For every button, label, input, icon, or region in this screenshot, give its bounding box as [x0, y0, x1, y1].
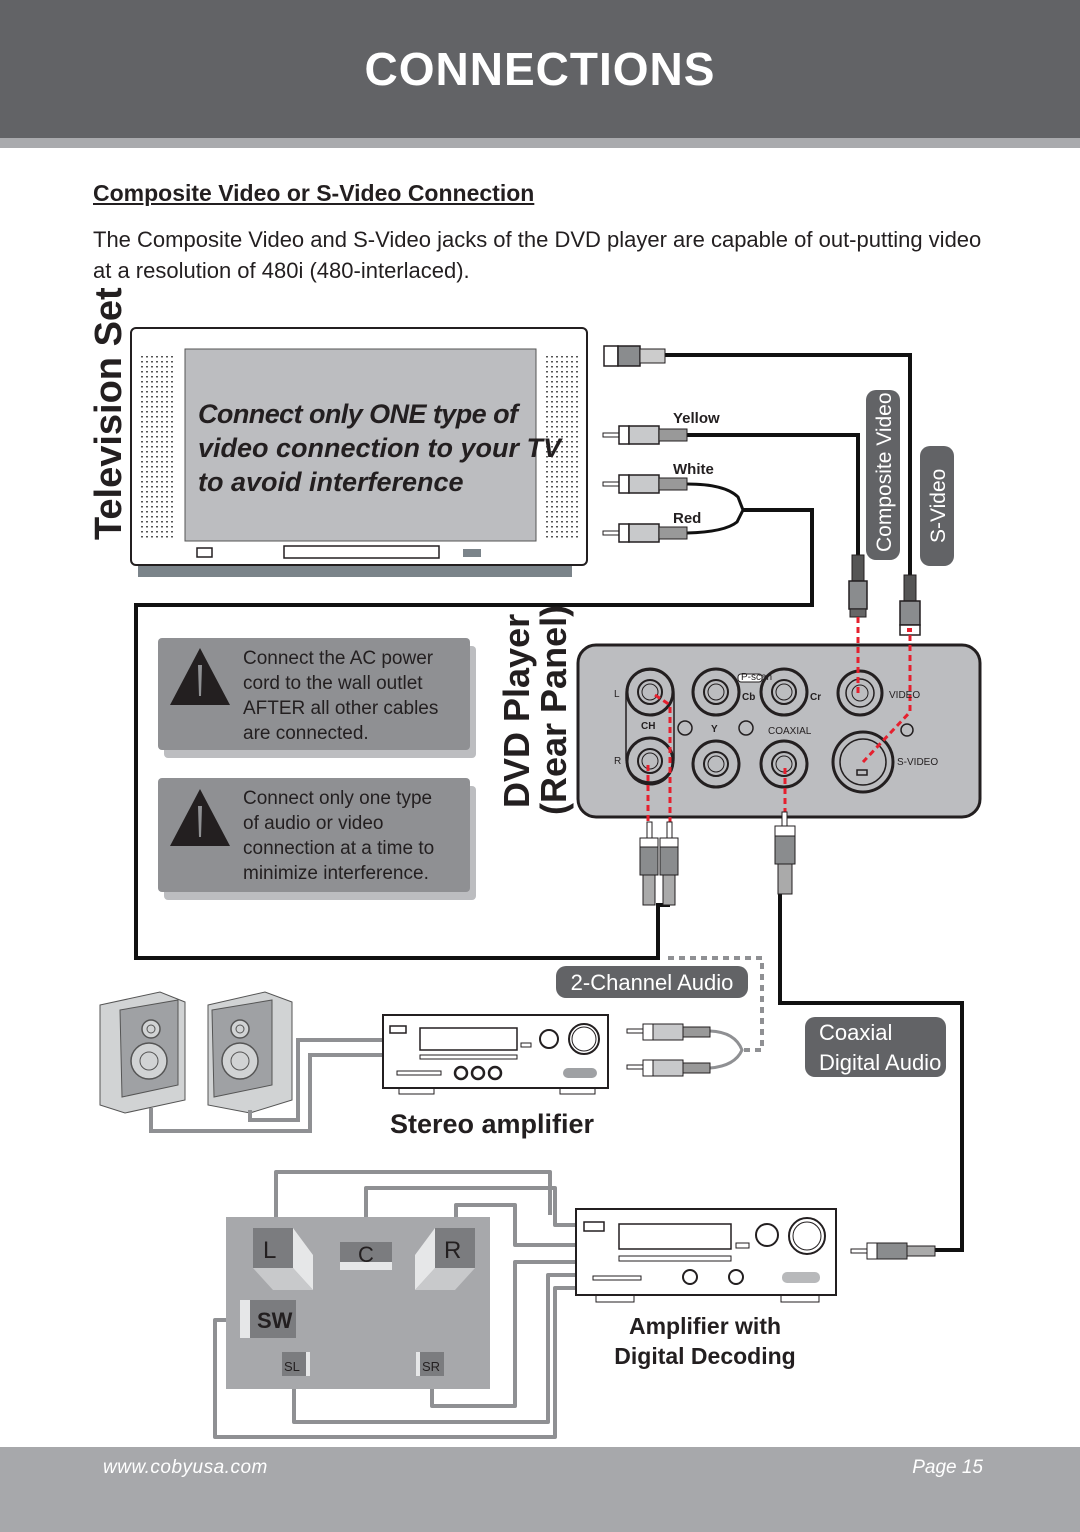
warning-2-line-4: minimize interference.: [243, 863, 429, 884]
label-white: White: [673, 461, 714, 478]
stereo-amplifier-label: Stereo amplifier: [390, 1109, 595, 1139]
tv-screen-line-3: to avoid interference: [198, 467, 464, 497]
coaxial-plug-decoder: [850, 1242, 936, 1260]
dvd-label-line-1: DVD Player: [496, 614, 537, 808]
warning-1-line-2: cord to the wall outlet: [243, 673, 423, 694]
connection-diagram: Connect only ONE type of video connectio…: [88, 287, 982, 1439]
label-red: Red: [673, 510, 701, 527]
warning-1-line-3: AFTER all other cables: [243, 698, 438, 719]
coaxial-audio-line-1: Coaxial: [819, 1020, 892, 1045]
composite-video-label: Composite Video: [873, 392, 896, 552]
warning-2-line-1: Connect only one type: [243, 788, 432, 809]
stereo-amplifier: [382, 1014, 609, 1095]
footer-page-number: Page 15: [912, 1457, 983, 1478]
rca-plug-yellow: [602, 425, 688, 445]
label-yellow: Yellow: [673, 410, 720, 427]
surround-label-sl: SL: [284, 1359, 300, 1374]
jack-label-svideo: S-VIDEO: [897, 757, 938, 768]
dvd-label-line-2: (Rear Panel): [533, 605, 574, 815]
warning-1-line-4: are connected.: [243, 723, 369, 744]
svideo-plug-tv: [603, 345, 666, 367]
surround-label-c: C: [358, 1242, 374, 1267]
jack-label-y: Y: [711, 724, 718, 735]
jack-label-ch: CH: [641, 721, 655, 732]
surround-label-sr: SR: [422, 1359, 440, 1374]
s-video-label: S-Video: [927, 469, 950, 543]
decoder-label-line-1: Amplifier with: [629, 1313, 781, 1339]
surround-label-l: L: [263, 1237, 276, 1264]
jack-label-l: L: [614, 689, 620, 700]
tv-screen-line-1: Connect only ONE type of: [198, 399, 521, 429]
audio-plugs-dvd: [639, 821, 679, 906]
jack-label-cr: Cr: [810, 692, 821, 703]
surround-label-sw: SW: [257, 1308, 293, 1333]
surround-label-r: R: [444, 1237, 461, 1264]
surround-layout: [213, 1170, 576, 1439]
jack-label-pscan: P-scan: [741, 672, 772, 683]
jack-label-r: R: [614, 756, 621, 767]
jack-label-video: VIDEO: [889, 690, 920, 701]
warning-1-line-1: Connect the AC power: [243, 648, 434, 669]
two-channel-audio-label: 2-Channel Audio: [571, 970, 734, 995]
footer-url[interactable]: www.cobyusa.com: [103, 1457, 268, 1479]
coaxial-audio-line-2: Digital Audio: [819, 1050, 941, 1075]
tv-label: Television Set: [88, 287, 130, 540]
stereo-speakers: [99, 991, 383, 1133]
warning-2-line-3: connection at a time to: [243, 838, 434, 859]
jack-label-cb: Cb: [742, 692, 755, 703]
decoder-label-line-2: Digital Decoding: [614, 1343, 795, 1369]
tv-screen-line-2: video connection to your TV: [198, 433, 563, 463]
stereo-amp-input-plugs: [626, 1023, 744, 1077]
decoding-amplifier: [575, 1208, 837, 1303]
composite-plug-dvd: [848, 554, 868, 618]
svideo-plug-dvd: [899, 574, 921, 636]
coaxial-plug-dvd: [774, 811, 796, 895]
warning-2-line-2: of audio or video: [243, 813, 384, 834]
jack-label-coaxial: COAXIAL: [768, 726, 812, 737]
